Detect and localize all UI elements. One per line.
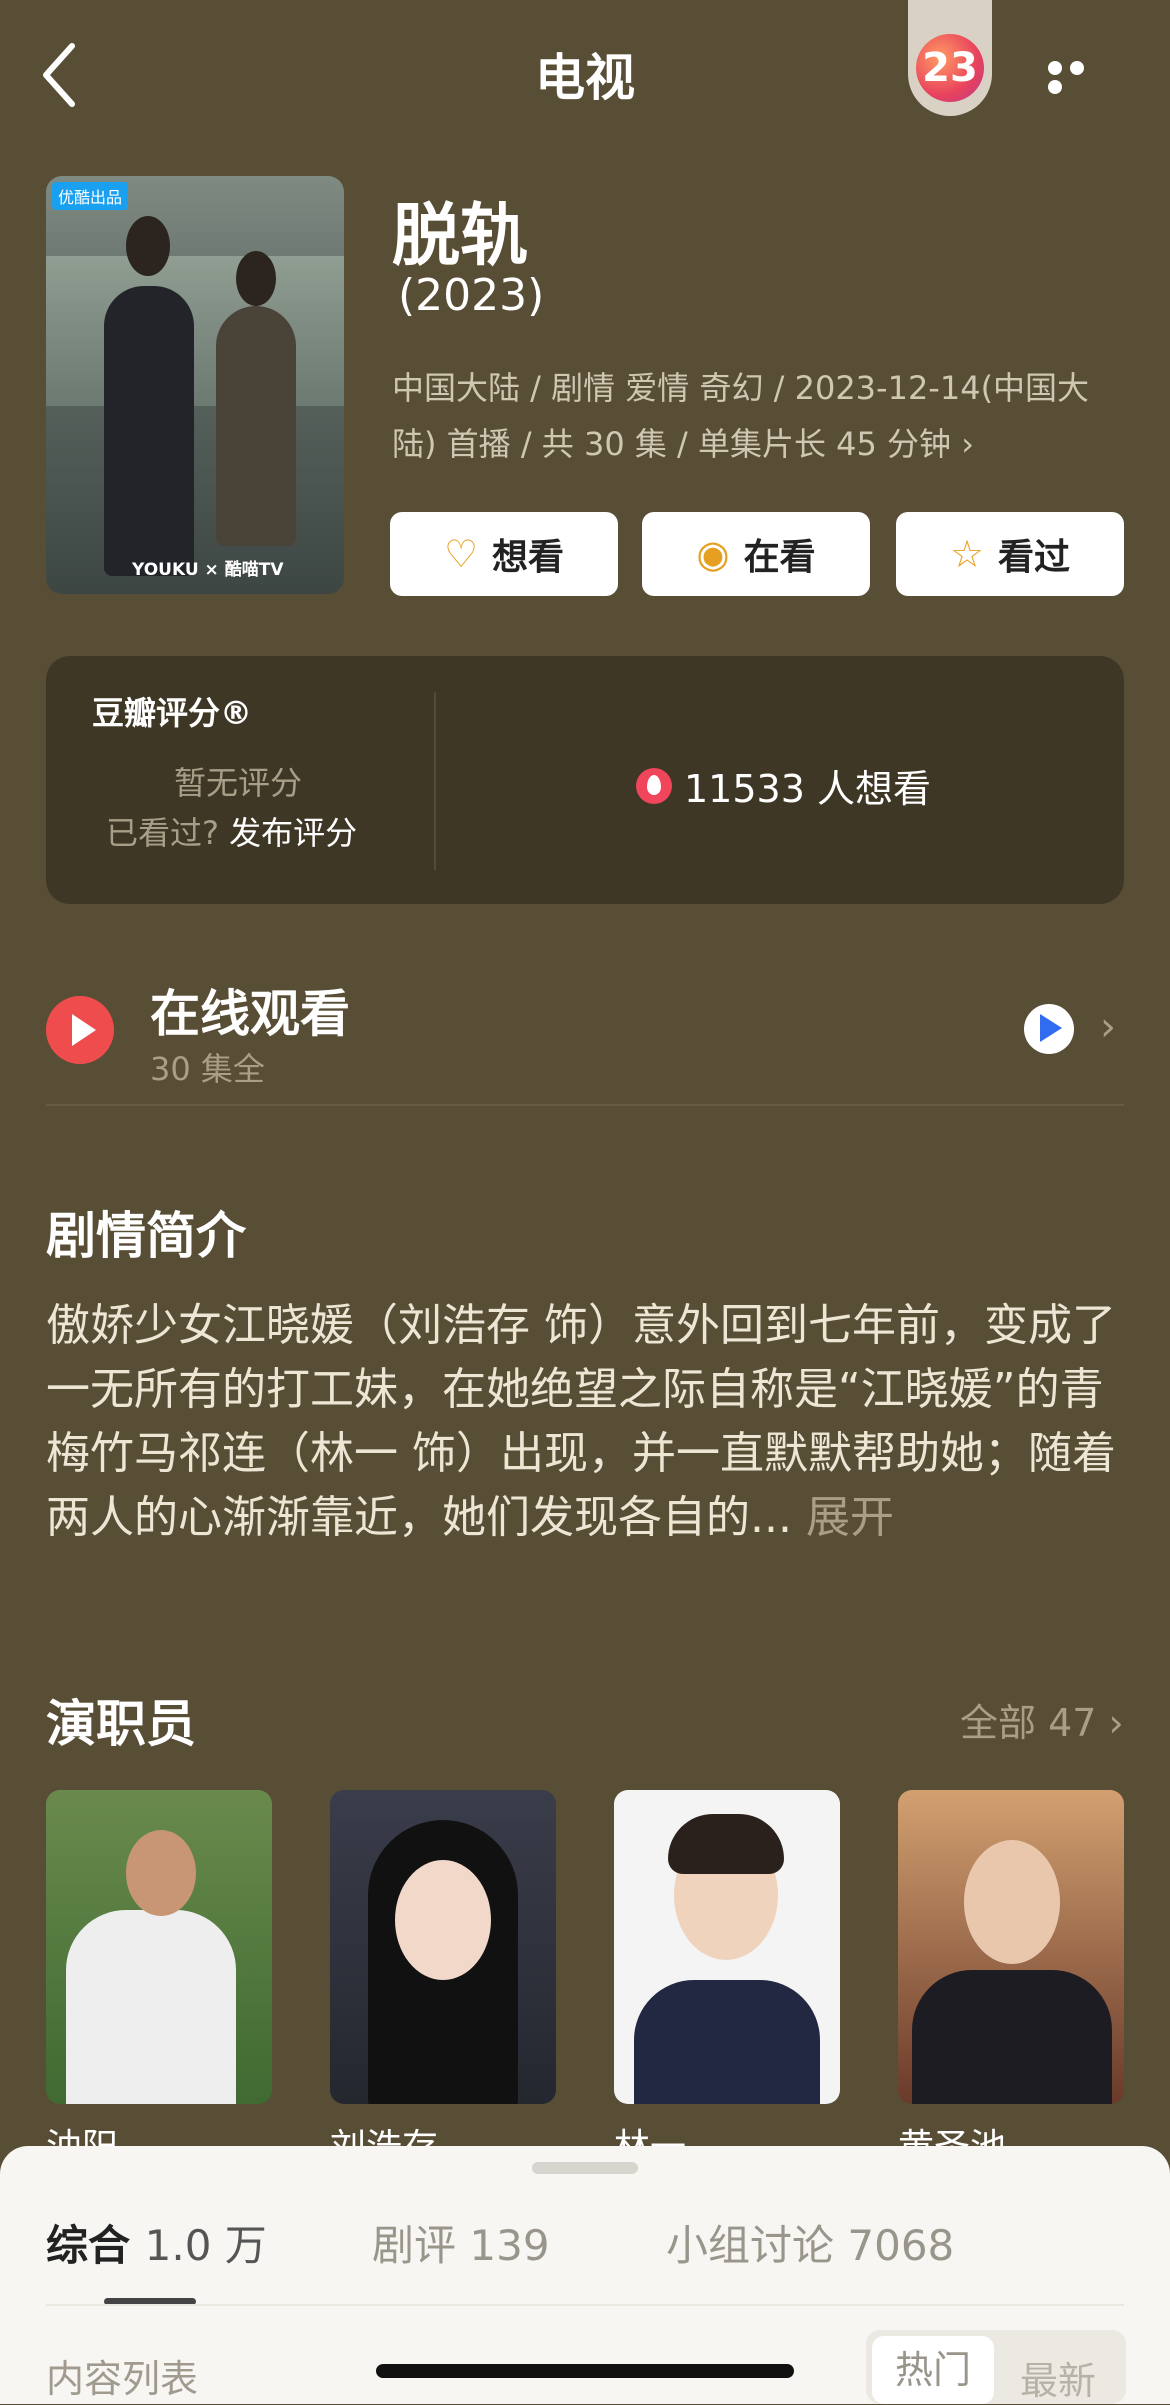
star-icon: ☆ bbox=[949, 532, 985, 576]
divider bbox=[434, 692, 436, 870]
play-icon[interactable] bbox=[46, 996, 114, 1064]
fire-icon bbox=[636, 767, 672, 804]
want-count-text: 11533 人想看 bbox=[684, 767, 931, 811]
cast-photo[interactable] bbox=[330, 1790, 556, 2104]
watched-button[interactable]: ☆ 看过 bbox=[896, 512, 1124, 596]
show-year: (2023) bbox=[398, 270, 545, 321]
cast-photo[interactable] bbox=[898, 1790, 1124, 2104]
rating-none: 暂无评分 bbox=[174, 764, 303, 802]
home-indicator[interactable] bbox=[376, 2364, 794, 2378]
chevron-right-icon[interactable]: › bbox=[1100, 1004, 1116, 1050]
cast-photo[interactable] bbox=[46, 1790, 272, 2104]
online-watch-subtitle: 30 集全 bbox=[150, 1050, 265, 1088]
tab-label: 剧评 bbox=[372, 2221, 457, 2270]
synopsis-body: 傲娇少女江晓媛（刘浩存 饰）意外回到七年前，变成了一无所有的打工妹，在她绝望之际… bbox=[46, 1300, 1116, 1543]
tab-label: 小组讨论 bbox=[666, 2221, 835, 2270]
poster-image[interactable]: 优酷出品 YOUKU × 酷喵TV bbox=[46, 176, 344, 594]
chevron-right-icon: › bbox=[961, 425, 975, 463]
watching-button[interactable]: ◉ 在看 bbox=[642, 512, 870, 596]
divider bbox=[46, 1104, 1124, 1106]
synopsis-title: 剧情简介 bbox=[46, 1207, 246, 1265]
cast-title: 演职员 bbox=[46, 1695, 196, 1753]
badge-icon: 23 bbox=[916, 34, 984, 102]
sort-hot-button[interactable]: 热门 bbox=[872, 2336, 994, 2404]
cast-all-link[interactable]: 全部 47 › bbox=[960, 1692, 1124, 1747]
sort-new-button[interactable]: 最新 bbox=[1020, 2350, 1096, 2405]
tab-count: 139 bbox=[469, 2221, 550, 2270]
poster-footer: YOUKU × 酷喵TV bbox=[132, 560, 284, 580]
show-meta[interactable]: 中国大陆 / 剧情 爱情 奇幻 / 2023-12-14(中国大陆) 首播 / … bbox=[392, 360, 1122, 472]
cast-photo[interactable] bbox=[614, 1790, 840, 2104]
rating-seen: 已看过? 发布评分 bbox=[106, 808, 357, 854]
cast-all-label: 全部 47 bbox=[960, 1701, 1097, 1745]
synopsis-text: 傲娇少女江晓媛（刘浩存 饰）意外回到七年前，变成了一无所有的打工妹，在她绝望之际… bbox=[46, 1294, 1136, 1550]
show-title: 脱轨 bbox=[392, 197, 529, 276]
watching-label: 在看 bbox=[743, 537, 816, 578]
heart-plus-icon: ♡ bbox=[443, 532, 479, 576]
want-button[interactable]: ♡ 想看 bbox=[390, 512, 618, 596]
show-meta-text: 中国大陆 / 剧情 爱情 奇幻 / 2023-12-14(中国大陆) 首播 / … bbox=[392, 369, 1090, 463]
tab-reviews[interactable]: 剧评 139 bbox=[372, 2212, 550, 2273]
event-badge[interactable]: 23 bbox=[908, 0, 992, 116]
rating-title: 豆瓣评分® bbox=[92, 694, 253, 732]
tab-overview[interactable]: 综合 1.0 万 bbox=[46, 2212, 267, 2273]
seen-prompt: 已看过? bbox=[106, 814, 219, 852]
expand-link[interactable]: 展开 bbox=[806, 1492, 894, 1543]
want-count: 11533 人想看 bbox=[636, 758, 931, 813]
more-icon[interactable] bbox=[1048, 60, 1112, 94]
page-title: 电视 bbox=[535, 49, 635, 107]
youku-logo-icon[interactable] bbox=[1024, 1004, 1074, 1054]
poster-tag: 优酷出品 bbox=[52, 182, 129, 210]
online-watch-title[interactable]: 在线观看 bbox=[150, 974, 350, 1046]
target-icon: ◉ bbox=[696, 532, 730, 576]
tab-count: 1.0 万 bbox=[144, 2221, 267, 2270]
tab-count: 7068 bbox=[847, 2221, 955, 2270]
tab-group-discussion[interactable]: 小组讨论 7068 bbox=[666, 2212, 954, 2273]
want-label: 想看 bbox=[492, 537, 565, 578]
divider bbox=[46, 2304, 1124, 2306]
watched-label: 看过 bbox=[998, 537, 1071, 578]
content-list-label: 内容列表 bbox=[46, 2357, 199, 2401]
publish-rating-link[interactable]: 发布评分 bbox=[229, 814, 357, 852]
tab-label: 综合 bbox=[46, 2221, 131, 2270]
drag-handle[interactable] bbox=[532, 2162, 638, 2174]
